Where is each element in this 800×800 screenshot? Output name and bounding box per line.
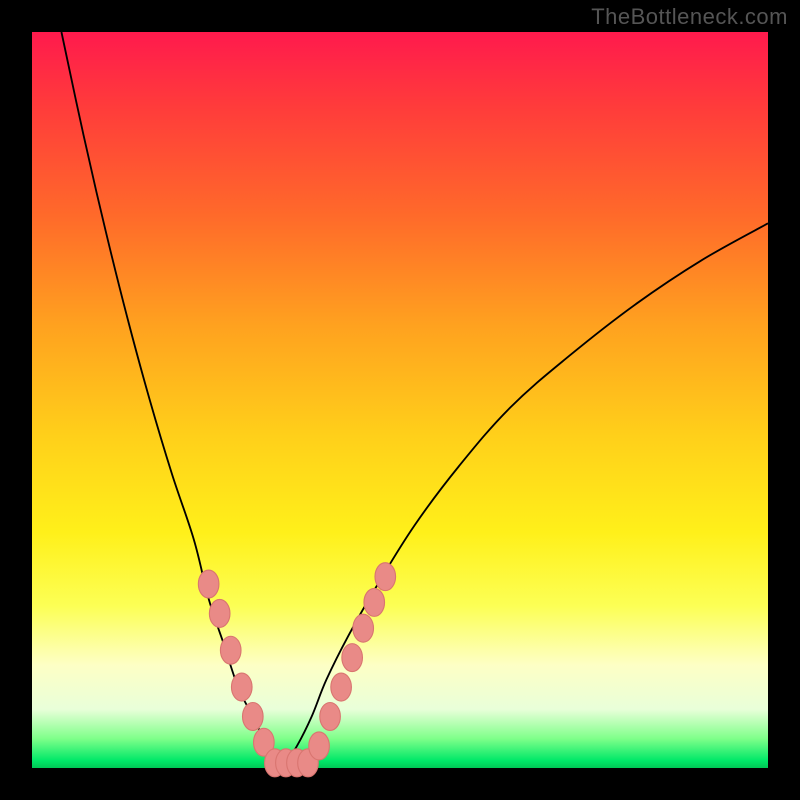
highlight-marker (242, 702, 263, 730)
highlight-marker (209, 599, 230, 627)
highlight-marker (353, 614, 374, 642)
chart-svg (32, 32, 768, 768)
highlight-marker (231, 673, 252, 701)
highlight-marker (198, 570, 219, 598)
highlight-marker (320, 702, 341, 730)
highlight-marker (309, 732, 330, 760)
curve-left-branch (61, 32, 282, 768)
highlight-marker (342, 644, 363, 672)
plot-area (32, 32, 768, 768)
watermark-text: TheBottleneck.com (591, 4, 788, 30)
highlight-marker (220, 636, 241, 664)
highlight-marker (375, 563, 396, 591)
highlight-marker (331, 673, 352, 701)
curve-right-branch (282, 223, 768, 768)
highlight-marker (364, 588, 385, 616)
chart-frame: TheBottleneck.com (0, 0, 800, 800)
